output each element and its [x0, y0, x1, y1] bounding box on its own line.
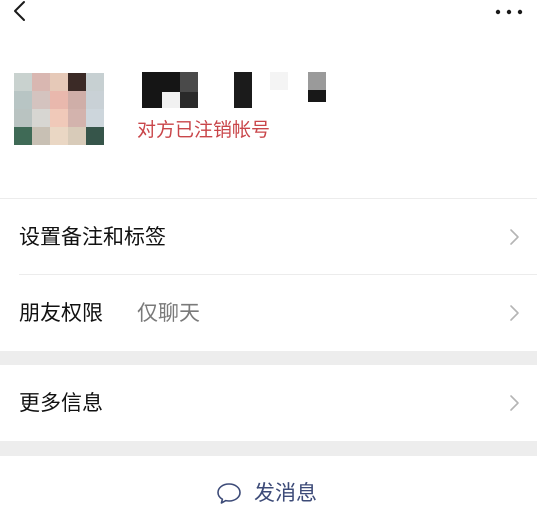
friend-permissions-row[interactable]: 朋友权限 仅聊天 — [0, 275, 537, 351]
more-info-label: 更多信息 — [19, 391, 103, 415]
section-gap — [0, 351, 537, 365]
account-cancelled-status: 对方已注销帐号 — [137, 119, 271, 141]
send-message-content: 发消息 — [216, 478, 317, 508]
top-bar — [0, 0, 537, 30]
more-dots-icon — [495, 9, 523, 15]
chevron-left-icon — [14, 1, 25, 21]
section-gap — [0, 441, 537, 456]
friend-permissions-label: 朋友权限 — [19, 301, 103, 325]
avatar[interactable] — [14, 73, 104, 145]
chevron-right-icon — [510, 395, 519, 411]
send-message-button[interactable]: 发消息 — [0, 456, 537, 527]
friend-permissions-value: 仅聊天 — [137, 301, 200, 325]
set-remark-and-tags-row[interactable]: 设置备注和标签 — [0, 199, 537, 275]
more-button[interactable] — [493, 2, 525, 22]
back-button[interactable] — [8, 0, 38, 24]
nickname-mosaic — [142, 72, 332, 112]
set-remark-and-tags-label: 设置备注和标签 — [19, 225, 166, 249]
profile-header: 对方已注销帐号 — [0, 30, 537, 198]
chat-bubble-icon — [217, 483, 241, 504]
more-info-row[interactable]: 更多信息 — [0, 365, 537, 441]
chevron-right-icon — [510, 305, 519, 321]
send-message-label: 发消息 — [254, 481, 317, 505]
chevron-right-icon — [510, 229, 519, 245]
